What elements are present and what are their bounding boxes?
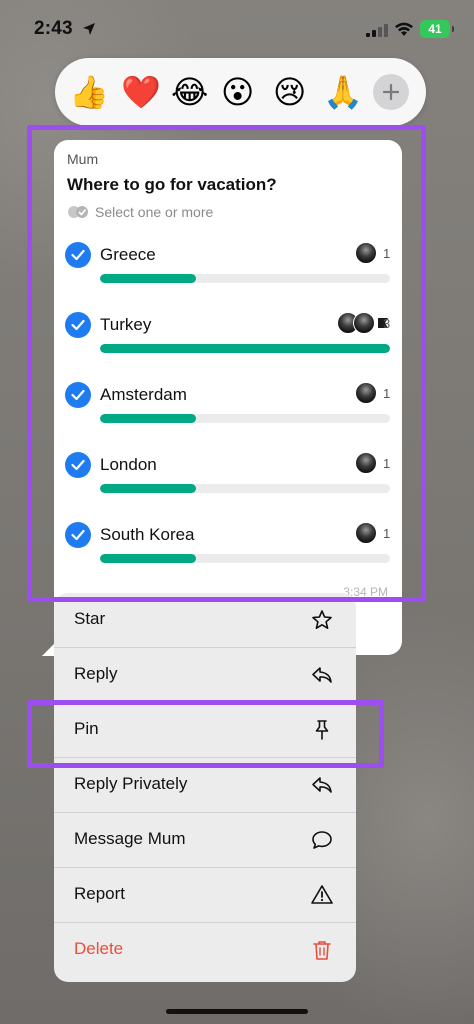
pin-highlight-frame bbox=[27, 700, 384, 768]
reply-privately-icon bbox=[312, 777, 332, 793]
home-indicator[interactable] bbox=[166, 1009, 308, 1014]
status-bar: 2:43 41 bbox=[0, 0, 474, 60]
menu-item-label: Star bbox=[74, 609, 106, 628]
more-reactions-button[interactable] bbox=[373, 74, 409, 110]
wifi-icon bbox=[395, 22, 413, 36]
poll-highlight-frame bbox=[27, 125, 426, 602]
warning-icon bbox=[311, 885, 333, 904]
menu-item-label: Message Mum bbox=[74, 829, 186, 848]
menu-item-label: Reply Privately bbox=[74, 774, 188, 793]
message-action-menu: Star Reply Pin Reply Privately Message M… bbox=[54, 593, 356, 982]
chat-bubble-icon bbox=[312, 831, 332, 849]
menu-item-label: Report bbox=[74, 884, 126, 903]
menu-item-label: Delete bbox=[74, 939, 124, 958]
reaction-pray[interactable]: 🙏 bbox=[323, 74, 363, 110]
menu-item-label: Reply bbox=[74, 664, 118, 683]
battery-indicator: 41 bbox=[420, 20, 454, 38]
location-arrow-icon bbox=[83, 23, 95, 35]
reaction-heart[interactable]: ❤️ bbox=[121, 74, 161, 110]
menu-item-reply[interactable]: Reply bbox=[54, 648, 356, 703]
battery-level: 41 bbox=[428, 22, 442, 36]
status-time: 2:43 bbox=[34, 18, 73, 39]
trash-icon bbox=[313, 941, 331, 960]
reaction-laughing[interactable]: 😂 bbox=[171, 74, 208, 110]
star-icon bbox=[312, 610, 332, 629]
plus-icon bbox=[382, 83, 400, 101]
reaction-thumbs-up[interactable]: 👍 bbox=[69, 74, 109, 110]
reply-icon bbox=[312, 667, 332, 683]
reaction-sad[interactable]: 😢 bbox=[273, 74, 306, 110]
reaction-surprised[interactable]: 😮 bbox=[221, 74, 254, 110]
menu-item-delete[interactable]: Delete bbox=[54, 923, 356, 978]
menu-item-report[interactable]: Report bbox=[54, 868, 356, 923]
cellular-signal-icon bbox=[366, 24, 388, 37]
reaction-bar: 👍 ❤️ 😂 😮 😢 🙏 bbox=[55, 58, 426, 126]
menu-item-message-mum[interactable]: Message Mum bbox=[54, 813, 356, 868]
